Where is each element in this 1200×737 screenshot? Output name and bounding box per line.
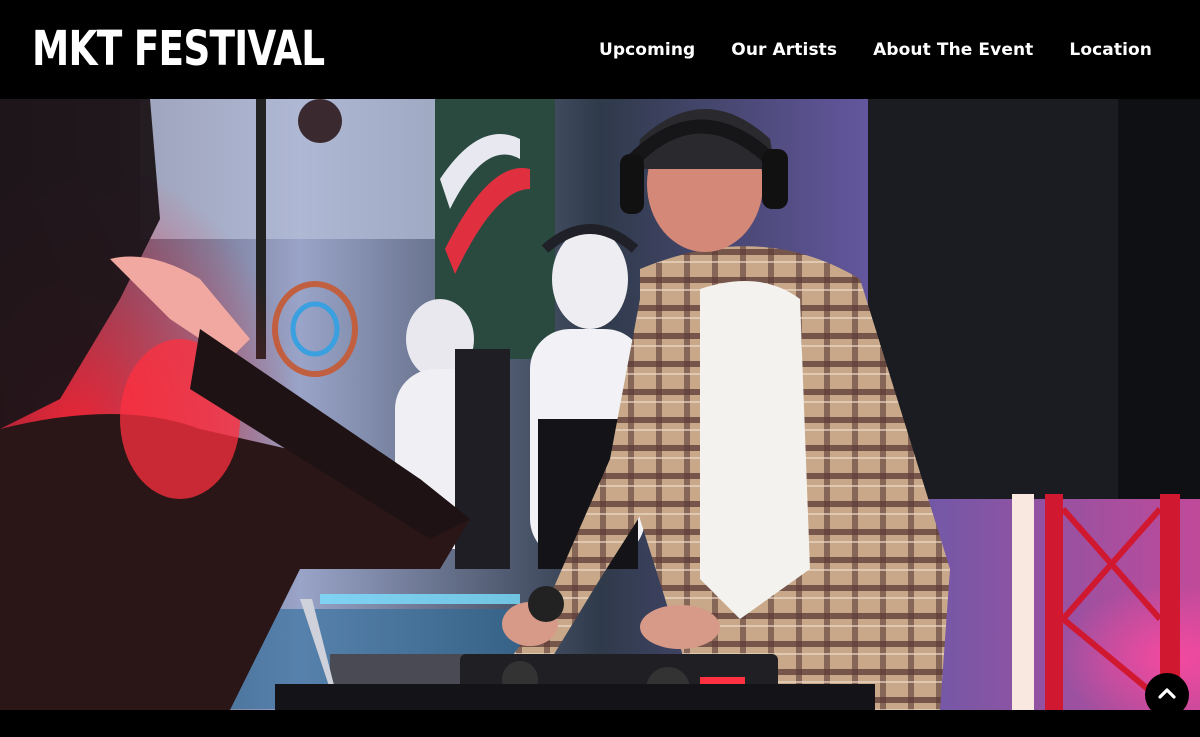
nav-link-upcoming[interactable]: Upcoming bbox=[599, 40, 695, 60]
site-header: MKT FESTIVAL Upcoming Our Artists About … bbox=[0, 0, 1200, 99]
bottom-bar bbox=[0, 710, 1200, 737]
nav-link-about-the-event[interactable]: About The Event bbox=[873, 40, 1033, 60]
hero-image bbox=[0, 99, 1200, 710]
dj-photo-illustration bbox=[0, 99, 1200, 710]
main-nav: Upcoming Our Artists About The Event Loc… bbox=[599, 40, 1152, 60]
scroll-to-top-button[interactable] bbox=[1145, 673, 1189, 717]
site-logo[interactable]: MKT FESTIVAL bbox=[32, 25, 325, 73]
nav-link-our-artists[interactable]: Our Artists bbox=[731, 40, 837, 60]
chevron-up-icon bbox=[1158, 686, 1176, 705]
nav-link-location[interactable]: Location bbox=[1069, 40, 1152, 60]
